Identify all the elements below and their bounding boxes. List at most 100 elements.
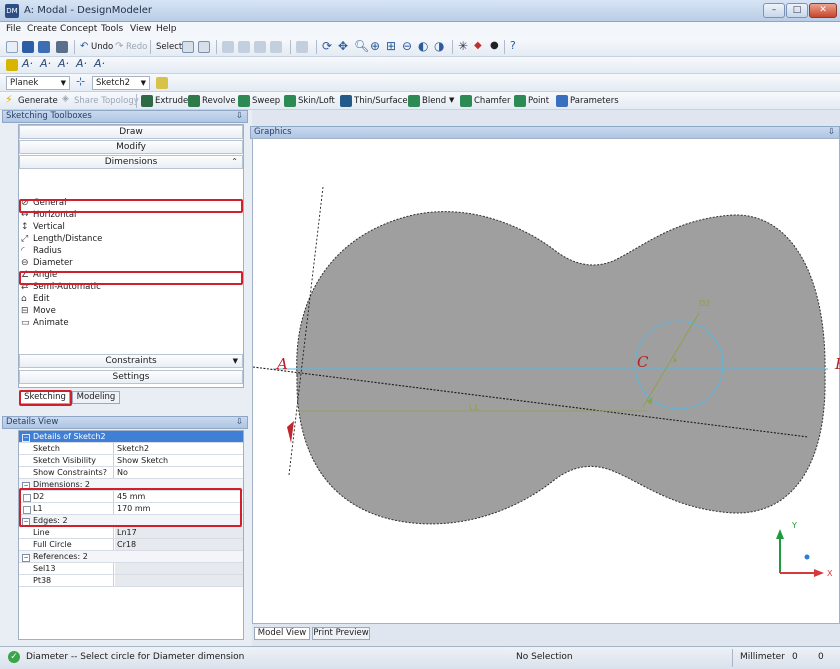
plane-dropdown[interactable]: Planek ▼ [6, 76, 70, 90]
modify-toolbox-header[interactable]: Modify [19, 140, 243, 154]
help-icon[interactable]: ? [510, 39, 516, 52]
tool-radius[interactable]: ◜ Radius [19, 246, 243, 258]
dimension-d2-label[interactable]: D2 [699, 299, 710, 308]
details-value[interactable]: Sketch2 [115, 443, 243, 454]
constraints-toolbox-header[interactable]: Constraints ▼ [19, 354, 243, 368]
pan-icon[interactable]: ✥ [338, 39, 348, 53]
tab-modeling[interactable]: Modeling [72, 391, 120, 404]
thin-surface-button[interactable]: Thin/Surface [354, 96, 408, 106]
sketch-canvas[interactable] [253, 139, 840, 625]
details-value[interactable]: Show Sketch [115, 455, 243, 466]
dimensions-highlight [19, 488, 242, 527]
point-button[interactable]: Point [528, 96, 549, 106]
point-display-icon[interactable]: ● [490, 40, 499, 51]
dimension-l1-label[interactable]: L1 [469, 403, 479, 412]
zoom-icon[interactable]: 🔍︎ [354, 39, 369, 53]
sketch-style-toolbar: A· A· A· A· A· [0, 57, 840, 74]
menu-file[interactable]: File [6, 24, 21, 34]
details-row[interactable]: Line Ln17 [19, 527, 243, 539]
collapse-icon[interactable]: − [22, 434, 30, 442]
extrude-button[interactable]: Extrude [155, 96, 188, 106]
menu-concept[interactable]: Concept [60, 24, 97, 34]
chamfer-button[interactable]: Chamfer [474, 96, 511, 106]
display-icon[interactable]: ◆ [474, 40, 482, 51]
undo-icon[interactable]: ↶ [80, 41, 88, 52]
details-row[interactable]: Sel13 [19, 563, 243, 575]
revolve-button[interactable]: Revolve [202, 96, 236, 106]
screenshot-icon[interactable] [56, 41, 68, 53]
pin-icon[interactable]: ⇩ [236, 417, 243, 428]
undo-button[interactable]: Undo [91, 42, 113, 52]
maximize-button[interactable]: □ [786, 3, 808, 18]
select-filter-icon[interactable] [198, 41, 210, 53]
pin-icon[interactable]: ⇩ [828, 127, 835, 138]
menu-tools[interactable]: Tools [101, 24, 123, 34]
details-row[interactable]: Show Constraints? No [19, 467, 243, 479]
sweep-button[interactable]: Sweep [252, 96, 280, 106]
text-style-icon[interactable]: A· [76, 57, 87, 70]
close-button[interactable]: ✕ [809, 3, 837, 18]
new-file-icon[interactable] [6, 41, 18, 53]
generate-button[interactable]: Generate [18, 96, 58, 106]
radius-icon: ◜ [21, 246, 25, 256]
magnifier-icon[interactable]: ⊖ [402, 39, 412, 53]
line-thickness-icon[interactable]: A· [22, 57, 33, 70]
collapse-icon[interactable]: − [22, 554, 30, 562]
units-label[interactable]: Millimeter [740, 652, 785, 662]
tool-move[interactable]: ⊟ Move [19, 306, 243, 318]
save-all-icon[interactable] [38, 41, 50, 53]
menu-create[interactable]: Create [27, 24, 57, 34]
menu-help[interactable]: Help [156, 24, 177, 34]
tool-vertical[interactable]: ↕ Vertical [19, 222, 243, 234]
new-plane-icon[interactable]: ⊹ [76, 75, 85, 88]
sketch-dropdown[interactable]: Sketch2 ▼ [92, 76, 150, 90]
select-bodies-icon[interactable] [270, 41, 282, 53]
skin-loft-button[interactable]: Skin/Loft [298, 96, 335, 106]
menu-view[interactable]: View [130, 24, 151, 34]
select-faces-icon[interactable] [254, 41, 266, 53]
sketch-dropdown-value: Sketch2 [96, 78, 131, 88]
details-row[interactable]: Sketch Visibility Show Sketch [19, 455, 243, 467]
graphics-viewport[interactable]: A B C D2 L1 Y X [252, 138, 840, 624]
details-row[interactable]: Pt38 [19, 575, 243, 587]
isometric-view-icon[interactable]: ✳ [458, 39, 468, 53]
details-view-title: Details View ⇩ [2, 416, 248, 429]
draw-toolbox-header[interactable]: Draw [19, 125, 243, 139]
zoom-to-fit-icon[interactable]: ⊞ [386, 39, 396, 53]
select-edges-icon[interactable] [238, 41, 250, 53]
details-value[interactable]: No [115, 467, 243, 478]
dimensions-toolbox-header[interactable]: Dimensions ⌃ [19, 155, 243, 169]
select-mode-icon[interactable] [182, 41, 194, 53]
tab-print-preview[interactable]: Print Preview [312, 627, 370, 640]
color-icon[interactable] [6, 59, 18, 71]
line-style-icon[interactable]: A· [40, 57, 51, 70]
details-row[interactable]: Sketch Sketch2 [19, 443, 243, 455]
vertical-dimension-icon: ↕ [21, 222, 29, 232]
collapse-icon[interactable]: ⌃ [231, 156, 238, 168]
zoom-box-icon[interactable]: ⊕ [370, 39, 380, 53]
extend-select-icon[interactable] [296, 41, 308, 53]
parameters-button[interactable]: Parameters [570, 96, 619, 106]
sketch-profile[interactable] [296, 211, 826, 525]
new-sketch-icon[interactable] [156, 77, 168, 89]
details-row[interactable]: Full Circle Cr18 [19, 539, 243, 551]
rotate-icon[interactable]: ⟳ [322, 39, 332, 53]
blend-button[interactable]: Blend [422, 96, 446, 106]
status-value-1: 0 [792, 652, 798, 662]
next-view-icon[interactable]: ◑ [434, 39, 444, 53]
edge-style-icon[interactable]: A· [58, 57, 69, 70]
tool-animate[interactable]: ▭ Animate [19, 318, 243, 326]
pin-icon[interactable]: ⇩ [236, 111, 243, 122]
previous-view-icon[interactable]: ◐ [418, 39, 428, 53]
select-points-icon[interactable] [222, 41, 234, 53]
chevron-down-icon[interactable]: ▼ [449, 96, 454, 104]
tool-edit[interactable]: ⌂ Edit [19, 294, 243, 306]
tab-model-view[interactable]: Model View [254, 627, 310, 640]
minimize-button[interactable]: – [763, 3, 785, 18]
tool-length-distance[interactable]: ⤢ Length/Distance [19, 234, 243, 246]
tool-diameter[interactable]: ⊖ Diameter [19, 258, 243, 270]
save-icon[interactable] [22, 41, 34, 53]
references-group-row[interactable]: − References: 2 [19, 551, 243, 563]
annotation-style-icon[interactable]: A· [94, 57, 105, 70]
settings-toolbox-header[interactable]: Settings [19, 370, 243, 384]
